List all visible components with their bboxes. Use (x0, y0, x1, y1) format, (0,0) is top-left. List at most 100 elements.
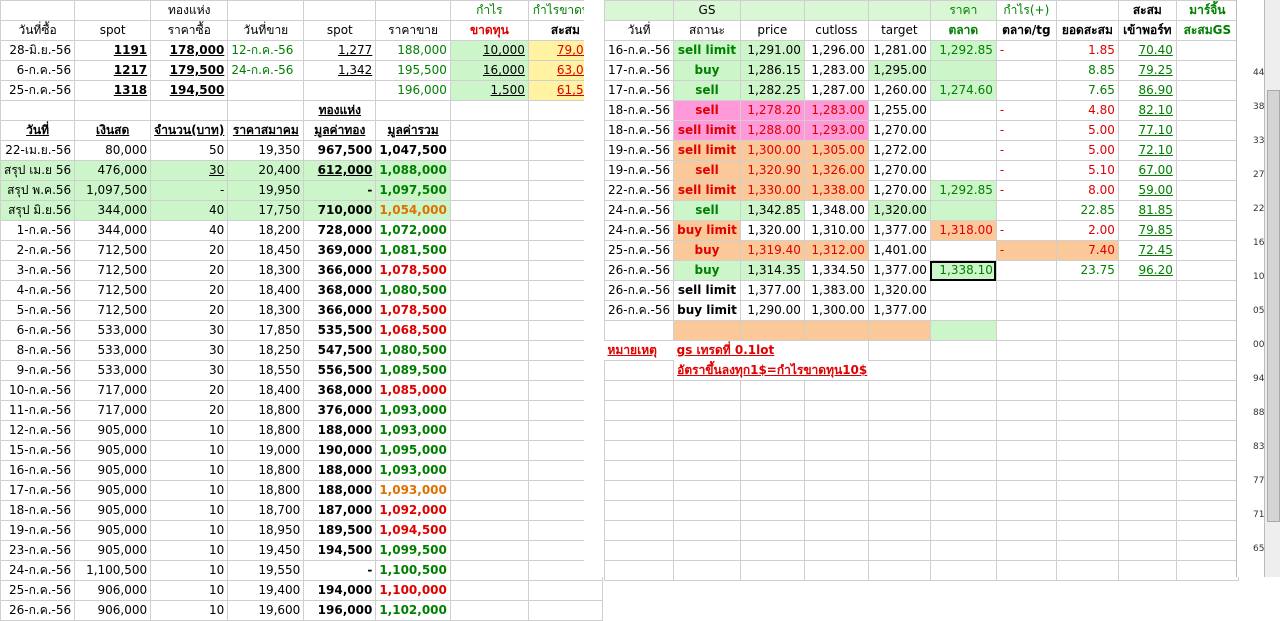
data-cell[interactable]: 10 (150, 440, 229, 461)
profit-cell[interactable]: 22.85 (1055, 200, 1119, 221)
data-cell[interactable]: 11-ก.ค.-56 (0, 400, 76, 421)
profit-cell[interactable]: 7.40 (1055, 240, 1119, 261)
sign-cell[interactable] (995, 300, 1057, 321)
trade-cell[interactable]: 16,000 (449, 60, 529, 81)
profit-cell[interactable]: 2.00 (1055, 220, 1119, 241)
cutloss-cell[interactable]: 1,348.00 (803, 200, 869, 221)
price-cell[interactable]: 1,286.15 (739, 60, 805, 81)
blank-cell[interactable] (1175, 140, 1239, 161)
blank-cell[interactable] (1175, 500, 1239, 521)
blank-cell[interactable] (1055, 320, 1119, 341)
target-cell[interactable]: 1,320.00 (867, 280, 931, 301)
blank-cell[interactable] (673, 380, 741, 401)
data-cell[interactable]: 366,000 (303, 300, 377, 321)
data-cell[interactable]: 18,450 (227, 240, 305, 261)
blank-cell[interactable] (449, 600, 529, 621)
data-cell[interactable]: 1,081,500 (375, 240, 451, 261)
blank-cell[interactable] (603, 480, 675, 501)
trade-cell[interactable]: 1,342 (303, 60, 377, 81)
blank-cell[interactable] (1175, 100, 1239, 121)
data-cell[interactable]: 1,080,500 (375, 280, 451, 301)
target-cell[interactable]: 1,272.00 (867, 140, 931, 161)
blank-cell[interactable] (929, 400, 997, 421)
price-cell[interactable]: 1,291.00 (739, 40, 805, 61)
data-cell[interactable]: 10 (150, 420, 229, 441)
blank-cell[interactable] (739, 480, 805, 501)
data-cell[interactable]: 30 (150, 340, 229, 361)
blank-cell[interactable] (1055, 440, 1119, 461)
cumulative-cell[interactable]: 67.00 (1117, 160, 1177, 181)
data-cell[interactable]: 905,000 (74, 540, 152, 561)
target-cell[interactable]: 1,320.00 (867, 200, 931, 221)
header-cell[interactable] (303, 0, 377, 21)
column-header[interactable]: ตลาด (929, 20, 997, 41)
blank-cell[interactable] (995, 420, 1057, 441)
column-header[interactable]: ขาดทุน (449, 20, 529, 41)
status-cell[interactable]: buy (673, 240, 741, 261)
data-cell[interactable]: 19,550 (227, 560, 305, 581)
cumulative-cell[interactable]: 79.85 (1117, 220, 1177, 241)
data-cell[interactable]: 18,400 (227, 280, 305, 301)
data-cell[interactable]: 194,000 (303, 580, 377, 601)
data-cell[interactable]: 1,100,000 (375, 580, 451, 601)
blank-cell[interactable] (1175, 60, 1239, 81)
date-cell[interactable]: 17-ก.ค.-56 (603, 80, 675, 101)
trade-cell[interactable]: 194,500 (150, 80, 229, 101)
blank-cell[interactable] (449, 340, 529, 361)
blank-cell[interactable] (929, 420, 997, 441)
cumulative-cell[interactable]: 59.00 (1117, 180, 1177, 201)
header-cell[interactable]: กำไร (449, 0, 529, 21)
blank-cell[interactable] (803, 480, 869, 501)
data-cell[interactable]: 18,300 (227, 300, 305, 321)
data-cell[interactable]: 1,089,500 (375, 360, 451, 381)
profit-cell[interactable]: 1.85 (1055, 40, 1119, 61)
data-cell[interactable]: 6-ก.ค.-56 (0, 320, 76, 341)
data-cell[interactable]: 1,097,500 (74, 180, 152, 201)
data-cell[interactable]: 30 (150, 320, 229, 341)
profit-cell[interactable]: 7.65 (1055, 80, 1119, 101)
blank-cell[interactable] (867, 460, 931, 481)
cutloss-cell[interactable]: 1,300.00 (803, 300, 869, 321)
blank-cell[interactable] (603, 320, 675, 341)
header-cell[interactable] (739, 0, 805, 21)
blank-cell[interactable] (1175, 300, 1239, 321)
data-cell[interactable]: 376,000 (303, 400, 377, 421)
blank-cell[interactable] (1175, 400, 1239, 421)
blank-cell[interactable] (673, 460, 741, 481)
header-cell[interactable] (1055, 0, 1119, 21)
price-cell[interactable]: 1,377.00 (739, 280, 805, 301)
data-cell[interactable]: สรุป เม.ย 56 (0, 160, 76, 181)
blank-cell[interactable] (673, 520, 741, 541)
profit-cell[interactable]: 5.00 (1055, 120, 1119, 141)
blank-cell[interactable] (449, 160, 529, 181)
blank-cell[interactable] (1175, 560, 1239, 581)
blank-cell[interactable] (929, 360, 997, 381)
blank-cell[interactable] (803, 420, 869, 441)
blank-cell[interactable] (995, 480, 1057, 501)
data-cell[interactable]: 905,000 (74, 420, 152, 441)
data-cell[interactable]: 1,078,500 (375, 260, 451, 281)
header-cell[interactable] (227, 0, 305, 21)
profit-cell[interactable]: 8.85 (1055, 60, 1119, 81)
blank-cell[interactable] (739, 400, 805, 421)
column-header[interactable]: มูลค่ารวม (375, 120, 451, 141)
sign-cell[interactable]: - (995, 140, 1057, 161)
data-cell[interactable]: 19,350 (227, 140, 305, 161)
date-cell[interactable]: 24-ก.ค.-56 (603, 220, 675, 241)
blank-cell[interactable] (1175, 40, 1239, 61)
data-cell[interactable]: 10 (150, 520, 229, 541)
price-cell[interactable]: 1,314.35 (739, 260, 805, 281)
blank-cell[interactable] (1175, 520, 1239, 541)
data-cell[interactable]: 12-ก.ค.-56 (0, 420, 76, 441)
column-header[interactable]: เงินสด (74, 120, 152, 141)
data-cell[interactable]: 17-ก.ค.-56 (0, 480, 76, 501)
data-cell[interactable]: 194,500 (303, 540, 377, 561)
data-cell[interactable]: 712,500 (74, 280, 152, 301)
data-cell[interactable]: 10 (150, 460, 229, 481)
blank-cell[interactable] (803, 500, 869, 521)
trade-cell[interactable]: 25-ก.ค.-56 (0, 80, 76, 101)
blank-cell[interactable] (150, 100, 229, 121)
data-cell[interactable]: 547,500 (303, 340, 377, 361)
data-cell[interactable]: 905,000 (74, 460, 152, 481)
data-cell[interactable]: 10 (150, 480, 229, 501)
